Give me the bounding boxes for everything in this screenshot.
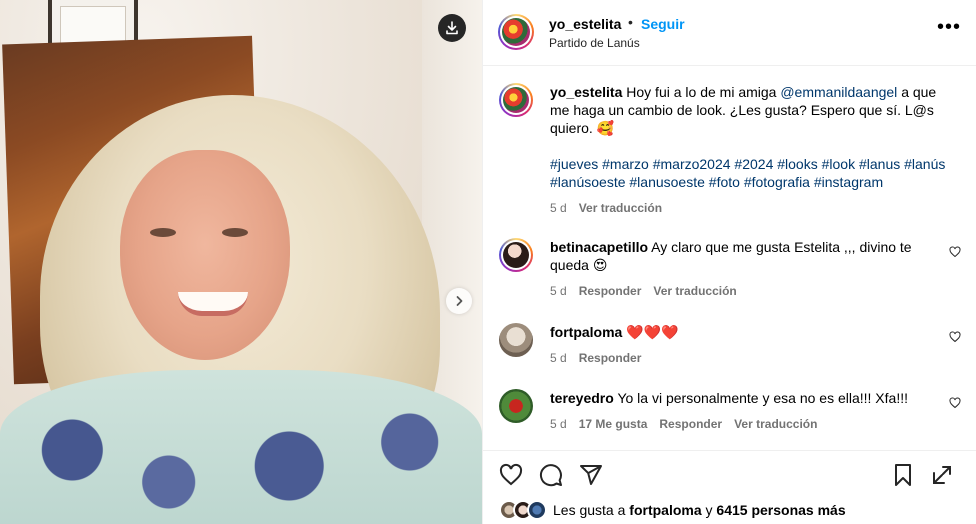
caption-text-before: Hoy fui a lo de mi amiga [626,84,777,100]
post-photo[interactable] [0,0,482,524]
comment-time[interactable]: 5 d [550,349,567,367]
likes-user-link[interactable]: fortpaloma [629,502,701,518]
post-header: yo_estelita • Seguir Partido de Lanús ••… [483,0,976,66]
reply-button[interactable]: Responder [579,282,642,300]
more-options-icon[interactable]: ••• [937,17,961,37]
comment-username[interactable]: tereyedro [550,390,614,406]
instagram-post-modal: yo_estelita • Seguir Partido de Lanús ••… [0,0,976,524]
avatar[interactable] [498,14,534,50]
person-face [120,150,290,360]
download-icon [446,21,458,35]
chevron-right-icon [456,296,463,306]
reply-button[interactable]: Responder [579,349,642,367]
avatar[interactable] [499,83,533,117]
translate-link[interactable]: Ver traducción [734,415,817,433]
caption-hashtags[interactable]: #jueves #marzo #marzo2024 #2024 #looks #… [550,155,950,191]
translate-link[interactable]: Ver traducción [653,282,736,300]
likes-prefix: Les gusta a [553,502,626,518]
comment-username[interactable]: fortpaloma [550,324,622,340]
heart-icon[interactable] [499,463,523,487]
likes-count-link[interactable]: 6415 personas más [716,502,845,518]
avatar[interactable] [527,500,547,520]
caption-username[interactable]: yo_estelita [550,84,622,100]
heart-icon[interactable] [949,331,961,343]
comment-username[interactable]: betinacapetillo [550,239,648,255]
heart-icon[interactable] [949,397,961,409]
heart-icon[interactable] [949,246,961,258]
caption-time[interactable]: 5 d [550,199,567,217]
comments-list: yo_estelita Hoy fui a lo de mi amiga @em… [483,67,976,450]
comment-time[interactable]: 5 d [550,415,567,433]
separator-dot: • [628,14,633,30]
download-button[interactable] [438,14,466,42]
likes-middle: y [705,502,713,518]
avatar[interactable] [499,389,533,423]
comment-likes-count[interactable]: 17 Me gusta [579,415,648,433]
next-image-button[interactable] [446,288,472,314]
follow-button[interactable]: Seguir [641,16,685,32]
translate-link[interactable]: Ver traducción [579,199,662,217]
action-bar [483,450,976,496]
person-shirt [0,370,482,524]
post-location[interactable]: Partido de Lanús [549,36,640,50]
share-icon[interactable] [930,463,954,487]
send-icon[interactable] [579,463,603,487]
comment-text: ❤️❤️❤️ [626,324,679,340]
likes-summary: Les gusta a fortpaloma y 6415 personas m… [499,500,846,520]
comment-text: Yo la vi personalmente y esa no es ella!… [617,390,908,406]
avatar[interactable] [499,238,533,272]
reply-button[interactable]: Responder [659,415,722,433]
bookmark-icon[interactable] [891,463,915,487]
caption-mention[interactable]: @emmanildaangel [780,84,897,100]
post-author-username[interactable]: yo_estelita [549,16,621,32]
comment-time[interactable]: 5 d [550,282,567,300]
comment-icon[interactable] [539,463,563,487]
avatar[interactable] [499,323,533,357]
post-side-panel: yo_estelita • Seguir Partido de Lanús ••… [482,0,976,524]
